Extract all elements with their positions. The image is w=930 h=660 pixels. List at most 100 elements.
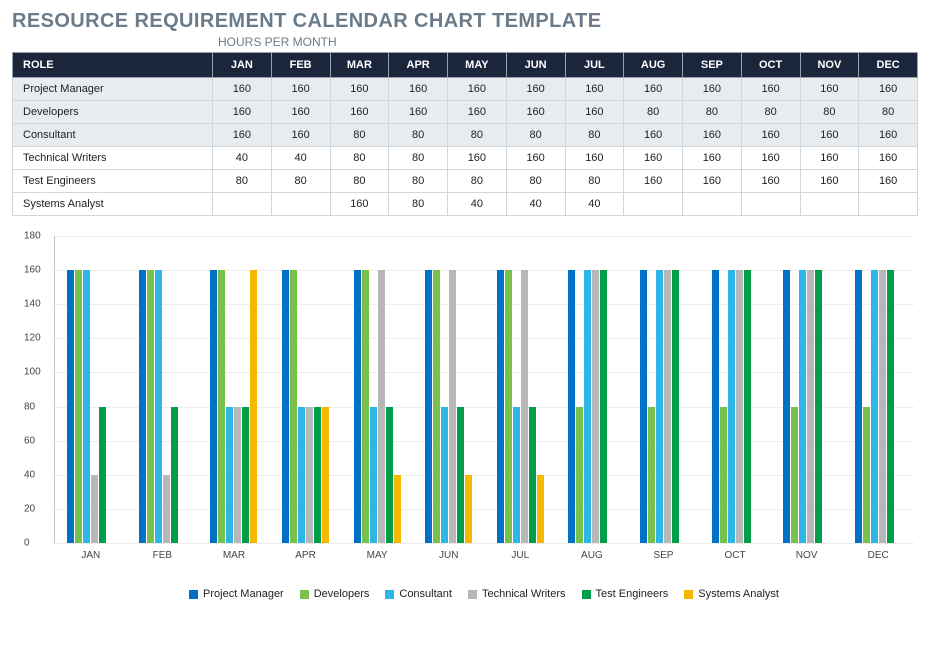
legend-item: Technical Writers <box>468 588 566 600</box>
cell-value: 80 <box>859 101 918 124</box>
table-row: Consultant160160808080808016016016016016… <box>13 124 918 147</box>
bar <box>712 270 719 543</box>
cell-value: 80 <box>389 170 448 193</box>
chart: JANFEBMARAPRMAYJUNJULAUGSEPOCTNOVDEC Pro… <box>12 230 918 600</box>
legend-swatch <box>300 590 309 599</box>
cell-value: 160 <box>624 147 683 170</box>
cell-value: 80 <box>330 170 389 193</box>
cell-value: 80 <box>271 170 330 193</box>
cell-role: Consultant <box>13 124 213 147</box>
bar <box>322 407 329 543</box>
cell-value: 160 <box>800 124 859 147</box>
cell-value: 160 <box>330 101 389 124</box>
bar <box>728 270 735 543</box>
cell-value: 160 <box>565 101 624 124</box>
bar <box>783 270 790 543</box>
y-tick-label: 100 <box>24 367 41 378</box>
cell-value: 160 <box>624 78 683 101</box>
bar <box>744 270 751 543</box>
bar <box>457 407 464 543</box>
cell-value <box>859 193 918 216</box>
table-row: Systems Analyst16080404040 <box>13 193 918 216</box>
y-tick-label: 140 <box>24 299 41 310</box>
legend-item: Test Engineers <box>582 588 669 600</box>
legend-label: Project Manager <box>203 588 284 600</box>
cell-value: 160 <box>741 124 800 147</box>
bar <box>871 270 878 543</box>
bar <box>210 270 217 543</box>
cell-value: 80 <box>506 170 565 193</box>
cell-value: 160 <box>741 170 800 193</box>
header-month: MAY <box>448 53 507 78</box>
bar <box>568 270 575 543</box>
cell-value: 160 <box>859 124 918 147</box>
x-tick-label: AUG <box>581 550 603 561</box>
cell-value: 160 <box>330 193 389 216</box>
x-tick-label: MAR <box>223 550 245 561</box>
y-tick-label: 160 <box>24 265 41 276</box>
legend-label: Test Engineers <box>596 588 669 600</box>
bar <box>433 270 440 543</box>
bar <box>863 407 870 543</box>
bar <box>250 270 257 543</box>
legend-item: Developers <box>300 588 370 600</box>
cell-value <box>624 193 683 216</box>
cell-value: 160 <box>741 78 800 101</box>
cell-value: 80 <box>683 101 742 124</box>
y-tick-label: 80 <box>24 401 35 412</box>
cell-value: 40 <box>271 147 330 170</box>
cell-value: 80 <box>389 124 448 147</box>
bar <box>99 407 106 543</box>
cell-role: Test Engineers <box>13 170 213 193</box>
bar <box>505 270 512 543</box>
cell-value: 160 <box>448 101 507 124</box>
bar <box>664 270 671 543</box>
x-tick-label: APR <box>295 550 316 561</box>
bar <box>306 407 313 543</box>
cell-value: 160 <box>565 147 624 170</box>
bar <box>226 407 233 543</box>
x-tick-label: NOV <box>796 550 818 561</box>
x-tick-label: OCT <box>724 550 745 561</box>
cell-value: 80 <box>741 101 800 124</box>
bar <box>354 270 361 543</box>
bar <box>537 475 544 543</box>
bar <box>576 407 583 543</box>
page: RESOURCE REQUIREMENT CALENDAR CHART TEMP… <box>0 0 930 660</box>
bar <box>529 407 536 543</box>
y-tick-label: 60 <box>24 435 35 446</box>
header-month: JUN <box>506 53 565 78</box>
cell-value: 80 <box>448 124 507 147</box>
bar <box>497 270 504 543</box>
x-tick-label: SEP <box>653 550 673 561</box>
gridline <box>55 236 914 237</box>
cell-value: 160 <box>859 147 918 170</box>
bar <box>155 270 162 543</box>
cell-value: 160 <box>859 78 918 101</box>
bar <box>672 270 679 543</box>
cell-value: 160 <box>389 101 448 124</box>
bar <box>75 270 82 543</box>
bar <box>513 407 520 543</box>
header-month: APR <box>389 53 448 78</box>
bar <box>171 407 178 543</box>
cell-value: 40 <box>213 147 272 170</box>
legend-swatch <box>385 590 394 599</box>
cell-value: 160 <box>800 170 859 193</box>
cell-value: 160 <box>213 101 272 124</box>
bar <box>855 270 862 543</box>
header-month: SEP <box>683 53 742 78</box>
legend-swatch <box>582 590 591 599</box>
legend-swatch <box>468 590 477 599</box>
bar <box>67 270 74 543</box>
legend-item: Systems Analyst <box>684 588 779 600</box>
bar <box>362 270 369 543</box>
cell-value: 160 <box>624 170 683 193</box>
cell-role: Systems Analyst <box>13 193 213 216</box>
legend-item: Project Manager <box>189 588 284 600</box>
header-month: OCT <box>741 53 800 78</box>
cell-value: 160 <box>624 124 683 147</box>
bar <box>521 270 528 543</box>
cell-value: 160 <box>683 78 742 101</box>
cell-role: Technical Writers <box>13 147 213 170</box>
